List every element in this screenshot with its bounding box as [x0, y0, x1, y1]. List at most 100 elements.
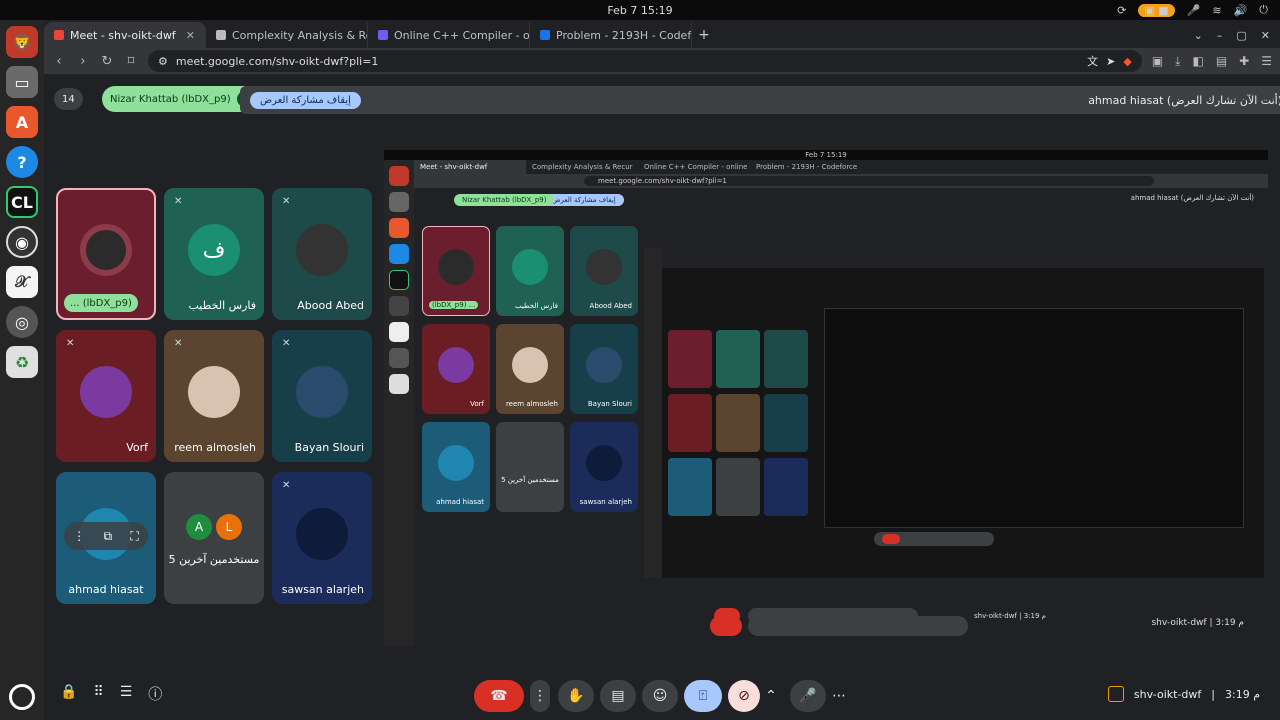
- captions-button[interactable]: ▤: [600, 680, 636, 712]
- participant-name: sawsan alarjeh: [281, 583, 364, 596]
- new-tab-icon[interactable]: +: [692, 22, 716, 48]
- maximize-icon[interactable]: ▢: [1236, 29, 1246, 42]
- clock[interactable]: Feb 7 15:19: [607, 4, 672, 17]
- participant-count[interactable]: 14: [54, 88, 83, 110]
- participant-tile-ahmad[interactable]: ⋮ ⧉ ⛶ ahmad hiasat: [56, 472, 156, 604]
- help-icon[interactable]: ?: [6, 146, 38, 178]
- nested-tile: ahmad hiasat: [422, 422, 490, 512]
- brave-browser-icon[interactable]: 🦁: [6, 26, 38, 58]
- camera-options-button[interactable]: ⌃: [762, 680, 780, 712]
- participant-name: ... (lbDX_p9): [64, 294, 138, 312]
- meeting-code-icon: [1107, 686, 1124, 702]
- nested-tab-bar: Meet - shv-oikt-dwf Complexity Analysis …: [414, 160, 1268, 174]
- chat-icon[interactable]: ☰: [120, 684, 133, 704]
- wallet-icon[interactable]: ▤: [1216, 54, 1227, 69]
- xournal-icon[interactable]: 𝒳: [6, 266, 38, 298]
- tab-compiler[interactable]: Online C++ Compiler - online: [368, 22, 530, 48]
- translate-icon[interactable]: 文: [1087, 53, 1098, 69]
- participant-tile-reem[interactable]: ✕ reem almosleh: [164, 330, 264, 462]
- volume-icon[interactable]: 🔊: [1234, 4, 1248, 17]
- minimize-icon[interactable]: –: [1217, 29, 1223, 42]
- activities-icon[interactable]: ⠿: [93, 684, 103, 704]
- tab-list-icon[interactable]: ⌄: [1194, 29, 1203, 42]
- participant-tile-fares[interactable]: ✕ ف فارس الخطيب: [164, 188, 264, 320]
- participant-tile-others[interactable]: A L 5 مستخدمين آخرين: [164, 472, 264, 604]
- reload-icon[interactable]: ↻: [100, 54, 114, 69]
- tab-complexity[interactable]: Complexity Analysis & Recurs: [206, 22, 368, 48]
- menu-icon[interactable]: ☰: [1261, 54, 1272, 69]
- sidebar-icon[interactable]: ◧: [1192, 54, 1203, 69]
- mic-button[interactable]: 🎤: [790, 680, 826, 712]
- close-window-icon[interactable]: ✕: [1261, 29, 1270, 42]
- app-store-icon[interactable]: A: [6, 106, 38, 138]
- participant-tile-nizar[interactable]: ... (lbDX_p9): [56, 188, 156, 320]
- nested-tile: reem almosleh: [496, 324, 564, 414]
- muted-mic-icon: ✕: [282, 338, 291, 349]
- present-icon: ⍐: [698, 688, 708, 704]
- audio-options-button[interactable]: ⋯: [828, 680, 850, 712]
- tile-hover-controls: ⋮ ⧉ ⛶: [64, 522, 148, 550]
- share-icon[interactable]: ➤: [1106, 55, 1115, 68]
- host-controls-icon[interactable]: 🔒: [60, 684, 77, 704]
- nested-tab: Online C++ Compiler - online: [644, 163, 748, 171]
- power-icon[interactable]: ⏻: [1259, 3, 1268, 17]
- avatar: [188, 366, 240, 418]
- disc-icon[interactable]: ◎: [6, 306, 38, 338]
- nested-tile: (lbDX_p9) ...: [422, 226, 490, 316]
- ubuntu-dock: 🦁 ▭ A ? CL ◉ 𝒳 ◎ ♻: [0, 20, 44, 720]
- tab-title: Problem - 2193H - Codeforce: [556, 28, 692, 42]
- url-field[interactable]: ⚙ meet.google.com/shv-oikt-dwf?pli=1 文 ➤…: [148, 50, 1142, 72]
- participant-tile-abood[interactable]: ✕ Abood Abed: [272, 188, 372, 320]
- nested-url: meet.google.com/shv-oikt-dwf?pli=1: [584, 176, 1154, 186]
- participant-count-text: 14: [62, 93, 75, 105]
- files-icon[interactable]: ▭: [6, 66, 38, 98]
- emoji-button[interactable]: ☺: [642, 680, 678, 712]
- globe-favicon-icon: [216, 30, 226, 40]
- tab-meet[interactable]: Meet - shv-oikt-dwf ✕: [44, 22, 206, 48]
- screenshot-icon[interactable]: ▣: [1152, 54, 1163, 69]
- camera-off-button[interactable]: ⊘: [728, 680, 760, 712]
- extensions-icon[interactable]: ✚: [1239, 54, 1249, 69]
- nested-tile: 5 مستخدمين آخرين: [496, 422, 564, 512]
- avatar: [296, 224, 348, 276]
- show-apps-icon[interactable]: [9, 684, 35, 710]
- system-tray[interactable]: ⟳ ▣ ■ 🎤 ≋ 🔊 ⏻: [1117, 3, 1268, 17]
- back-icon[interactable]: ‹: [52, 54, 66, 69]
- meet-favicon-icon: [54, 30, 64, 40]
- screen-share-indicator[interactable]: ▣ ■: [1138, 3, 1175, 17]
- info-icon[interactable]: ⓘ: [148, 684, 162, 704]
- wifi-icon[interactable]: ≋: [1212, 4, 1221, 17]
- bookmark-icon[interactable]: ⌑: [124, 54, 138, 69]
- participant-tile-bayan[interactable]: ✕ Bayan Slouri: [272, 330, 372, 462]
- nested-recursive-screen: [644, 248, 1264, 578]
- leave-call-button[interactable]: ☎: [474, 680, 524, 712]
- participant-tile-sawsan[interactable]: ✕ sawsan alarjeh: [272, 472, 372, 604]
- pin-tile-icon[interactable]: ⧉: [103, 529, 112, 544]
- update-icon[interactable]: ⟳: [1117, 4, 1126, 17]
- stop-sharing-button[interactable]: إيقاف مشاركة العرض: [250, 91, 361, 109]
- more-options-button[interactable]: ⋮: [530, 680, 550, 712]
- participant-tile-vorf[interactable]: ✕ Vorf: [56, 330, 156, 462]
- frame-icon[interactable]: ⛶: [130, 529, 138, 544]
- participant-name: 5 مستخدمين آخرين: [168, 553, 260, 566]
- download-icon[interactable]: ⤓: [1175, 54, 1180, 69]
- compiler-favicon-icon: [378, 30, 388, 40]
- browser-tab-bar: Meet - shv-oikt-dwf ✕ Complexity Analysi…: [44, 20, 1280, 48]
- obs-icon[interactable]: ◉: [6, 226, 38, 258]
- tab-codeforces[interactable]: Problem - 2193H - Codeforce: [530, 22, 692, 48]
- brave-shield-icon[interactable]: ◆: [1123, 55, 1131, 68]
- meeting-details[interactable]: shv-oikt-dwf | 3:19 م: [1107, 686, 1260, 702]
- more-options-icon[interactable]: ⋮: [73, 529, 85, 543]
- site-info-icon[interactable]: ⚙: [158, 55, 168, 68]
- forward-icon[interactable]: ›: [76, 54, 90, 69]
- mic-icon[interactable]: 🎤: [1187, 4, 1201, 17]
- pinned-participant-chip[interactable]: Nizar Khattab (lbDX_p9): [102, 86, 261, 112]
- nested-tile: Vorf: [422, 324, 490, 414]
- clion-icon[interactable]: CL: [6, 186, 38, 218]
- nested-tile: فارس الخطيب: [496, 226, 564, 316]
- trash-icon[interactable]: ♻: [6, 346, 38, 378]
- raise-hand-button[interactable]: ✋: [558, 680, 594, 712]
- present-button[interactable]: ⍐: [684, 680, 722, 712]
- window-controls: ⌄ – ▢ ✕: [1184, 22, 1280, 48]
- close-tab-icon[interactable]: ✕: [186, 29, 195, 42]
